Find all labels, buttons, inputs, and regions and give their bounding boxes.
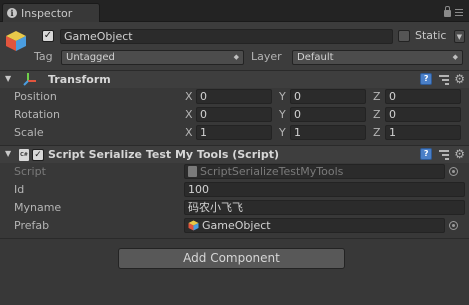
- preset-icon[interactable]: [437, 148, 450, 160]
- tab-inspector[interactable]: i Inspector: [2, 3, 100, 22]
- script-component-title: Script Serialize Test My Tools (Script): [48, 148, 280, 161]
- tag-dropdown[interactable]: Untagged ◆: [61, 50, 244, 65]
- preset-icon[interactable]: [437, 73, 450, 85]
- tab-controls: [444, 6, 463, 17]
- info-icon: i: [7, 8, 17, 18]
- transform-title: Transform: [48, 73, 111, 86]
- row-label: Scale: [14, 126, 44, 139]
- transform-controls: ? ⚙: [420, 73, 465, 85]
- menu-icon[interactable]: [455, 8, 463, 16]
- gameobject-cube-icon: [6, 31, 26, 51]
- axis-z-label[interactable]: Z: [373, 108, 381, 122]
- script-field-label: Script: [14, 165, 46, 178]
- axis-z-label[interactable]: Z: [373, 126, 381, 140]
- script-file-icon: C#: [19, 149, 29, 161]
- gameobject-cube-icon: [188, 220, 199, 231]
- prefab-label: Prefab: [14, 219, 50, 232]
- fold-arrow-icon[interactable]: ▼: [5, 74, 11, 83]
- tag-label: Tag: [34, 50, 53, 63]
- lock-icon[interactable]: [444, 6, 451, 17]
- script-value: ScriptSerializeTestMyTools: [200, 165, 344, 178]
- static-label: Static: [415, 29, 447, 42]
- chevron-down-icon: ◆: [452, 53, 458, 61]
- axis-y-label[interactable]: Y: [279, 126, 286, 140]
- row-label: Rotation: [14, 108, 61, 121]
- object-picker-icon[interactable]: [449, 167, 458, 176]
- object-picker-icon[interactable]: [449, 221, 458, 230]
- scale-y-field[interactable]: 1: [290, 125, 366, 140]
- myname-input[interactable]: 码农小飞飞: [184, 200, 465, 215]
- rotation-z-field[interactable]: 0: [385, 107, 461, 122]
- transform-axes-icon: [23, 73, 36, 86]
- object-header: ✓ GameObject Static ▼ Tag Untagged ◆ Lay…: [0, 22, 469, 70]
- position-x-field[interactable]: 0: [196, 89, 272, 104]
- row-label: Position: [14, 90, 57, 103]
- rotation-x-field[interactable]: 0: [196, 107, 272, 122]
- gear-icon[interactable]: ⚙: [454, 148, 465, 160]
- component-enabled-checkbox[interactable]: ✓: [32, 149, 44, 161]
- axis-z-label[interactable]: Z: [373, 90, 381, 104]
- script-object-field: ScriptSerializeTestMyTools: [184, 164, 458, 179]
- active-checkbox[interactable]: ✓: [42, 30, 54, 42]
- tab-bar: i Inspector: [0, 0, 469, 22]
- position-z-field[interactable]: 0: [385, 89, 461, 104]
- add-component-button[interactable]: Add Component: [118, 248, 345, 269]
- prefab-value: GameObject: [202, 219, 271, 232]
- rotation-y-field[interactable]: 0: [290, 107, 366, 122]
- position-y-field[interactable]: 0: [290, 89, 366, 104]
- layer-label: Layer: [251, 50, 282, 63]
- object-name-input[interactable]: GameObject: [60, 29, 393, 44]
- id-input[interactable]: 100: [184, 182, 465, 197]
- transform-header[interactable]: ▼ Transform ? ⚙: [0, 70, 469, 88]
- prefab-object-field[interactable]: GameObject: [184, 218, 458, 233]
- axis-y-label[interactable]: Y: [279, 108, 286, 122]
- help-icon[interactable]: ?: [420, 73, 433, 85]
- scale-z-field[interactable]: 1: [385, 125, 461, 140]
- axis-x-label[interactable]: X: [185, 90, 193, 104]
- divider: [0, 238, 469, 239]
- help-icon[interactable]: ?: [420, 148, 433, 160]
- static-checkbox[interactable]: [398, 30, 410, 42]
- scale-x-field[interactable]: 1: [196, 125, 272, 140]
- tab-label: Inspector: [21, 6, 73, 20]
- axis-x-label[interactable]: X: [185, 126, 193, 140]
- script-component-header[interactable]: ▼ ✓ C# Script Serialize Test My Tools (S…: [0, 145, 469, 163]
- myname-label: Myname: [14, 201, 62, 214]
- axis-x-label[interactable]: X: [185, 108, 193, 122]
- script-component-controls: ? ⚙: [420, 148, 465, 160]
- tag-value: Untagged: [66, 52, 115, 63]
- script-file-icon: [188, 166, 197, 177]
- fold-arrow-icon[interactable]: ▼: [5, 149, 11, 158]
- chevron-down-icon: ◆: [233, 53, 239, 61]
- gear-icon[interactable]: ⚙: [454, 73, 465, 85]
- static-dropdown[interactable]: ▼: [454, 30, 465, 43]
- axis-y-label[interactable]: Y: [279, 90, 286, 104]
- layer-dropdown[interactable]: Default ◆: [292, 50, 463, 65]
- id-label: Id: [14, 183, 25, 196]
- layer-value: Default: [297, 52, 334, 63]
